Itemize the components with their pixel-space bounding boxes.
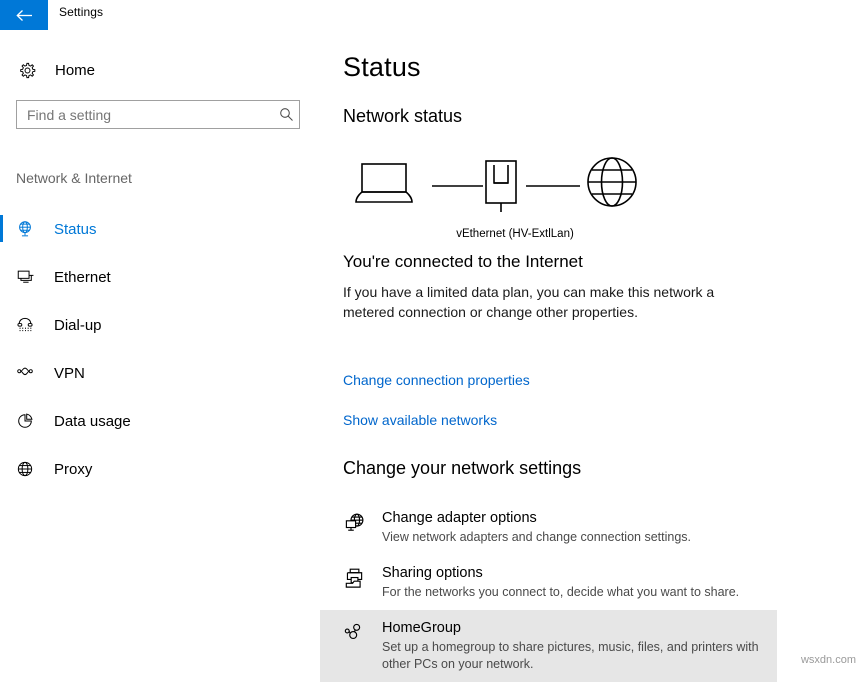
connection-status-description: If you have a limited data plan, you can… — [343, 284, 715, 320]
setting-title: HomeGroup — [382, 620, 461, 636]
sidebar-item-label: VPN — [54, 364, 85, 382]
ethernet-icon — [12, 268, 38, 286]
sidebar-item-label: Ethernet — [54, 268, 111, 286]
setting-item-sharing-options[interactable]: Sharing options For the networks you con… — [320, 555, 864, 610]
selection-indicator — [0, 455, 3, 482]
setting-item-change-adapter-options[interactable]: Change adapter options View network adap… — [320, 500, 864, 555]
globe-network-icon — [12, 220, 38, 238]
globe-icon — [587, 157, 637, 207]
dialup-phone-icon — [12, 316, 38, 334]
selection-indicator — [0, 407, 3, 434]
back-button[interactable] — [0, 0, 48, 30]
connection-status-title: You're connected to the Internet — [343, 252, 583, 271]
back-arrow-icon — [15, 9, 33, 22]
network-adapter-icon — [485, 160, 517, 212]
watermark: wsxdn.com — [800, 654, 856, 666]
search-input[interactable] — [27, 106, 273, 123]
sharing-printer-folder-icon — [340, 567, 370, 590]
vpn-icon — [12, 364, 38, 382]
sidebar-item-data-usage[interactable]: Data usage — [0, 397, 320, 445]
setting-item-homegroup[interactable]: HomeGroup Set up a homegroup to share pi… — [320, 610, 777, 682]
title-bar: Settings — [0, 0, 864, 30]
setting-title: Change adapter options — [382, 510, 537, 526]
adapter-label: vEthernet (HV-ExtlLan) — [456, 228, 574, 240]
network-status-heading: Network status — [343, 106, 463, 126]
sidebar-category-heading: Network & Internet — [16, 170, 132, 186]
selection-indicator — [0, 263, 3, 290]
search-box[interactable] — [16, 100, 300, 129]
sidebar-item-label: Dial-up — [54, 316, 102, 334]
sidebar: Home Network & Internet — [0, 30, 320, 671]
selection-indicator — [0, 215, 3, 242]
sidebar-item-ethernet[interactable]: Ethernet — [0, 253, 320, 301]
setting-text: Change adapter options View network adap… — [382, 509, 691, 546]
setting-text: Sharing options For the networks you con… — [382, 564, 739, 601]
network-settings-list: Change adapter options View network adap… — [320, 500, 864, 682]
show-available-networks-link[interactable]: Show available networks — [343, 412, 497, 428]
sidebar-home-label: Home — [55, 61, 96, 79]
laptop-icon — [355, 163, 413, 203]
setting-description: For the networks you connect to, decide … — [382, 585, 740, 599]
change-connection-properties-link[interactable]: Change connection properties — [343, 372, 530, 388]
sidebar-item-status[interactable]: Status — [0, 205, 320, 253]
setting-text: HomeGroup Set up a homegroup to share pi… — [382, 619, 767, 673]
setting-description: View network adapters and change connect… — [382, 530, 691, 544]
change-network-settings-heading: Change your network settings — [343, 458, 582, 478]
pie-chart-icon — [12, 412, 38, 430]
sidebar-item-dial-up[interactable]: Dial-up — [0, 301, 320, 349]
window-title: Settings — [59, 5, 104, 19]
sidebar-item-label: Proxy — [54, 460, 93, 478]
sidebar-nav-list: Status Ethernet Dial-up VPN Data usage P… — [0, 205, 320, 493]
setting-title: Sharing options — [382, 565, 483, 581]
setting-description: Set up a homegroup to share pictures, mu… — [382, 640, 759, 671]
selection-indicator — [0, 359, 3, 386]
selection-indicator — [0, 311, 3, 338]
homegroup-icon — [340, 622, 370, 645]
sidebar-item-proxy[interactable]: Proxy — [0, 445, 320, 493]
network-diagram: vEthernet (HV-ExtlLan) — [340, 150, 680, 260]
sidebar-item-vpn[interactable]: VPN — [0, 349, 320, 397]
adapter-globe-icon — [340, 512, 370, 535]
search-icon[interactable] — [273, 107, 299, 122]
sidebar-item-label: Status — [54, 220, 97, 238]
page-title: Status — [343, 52, 421, 82]
globe-icon — [12, 460, 38, 478]
sidebar-item-label: Data usage — [54, 412, 131, 430]
main-content: Status Network status vEthernet (HV-Extl… — [320, 30, 864, 682]
sidebar-item-home[interactable]: Home — [0, 52, 300, 88]
gear-icon — [12, 62, 42, 79]
